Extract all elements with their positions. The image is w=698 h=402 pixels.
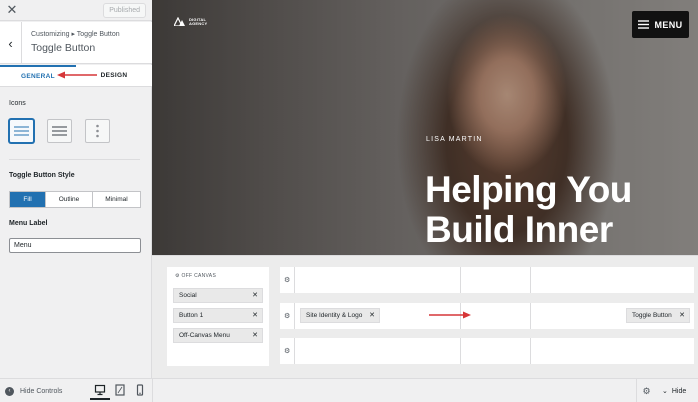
column-divider: [530, 303, 531, 329]
offcanvas-panel: ⚙ OFF CANVAS Social ✕ Button 1 ✕ Off-Canva…: [167, 267, 269, 366]
site-identity-chip[interactable]: Site Identity & Logo ✕: [300, 308, 380, 323]
header-row-main[interactable]: ⚙ Site Identity & Logo ✕ Toggle Button ✕: [280, 303, 694, 329]
chevron-down-icon: ⌄: [662, 388, 668, 395]
remove-icon[interactable]: ✕: [252, 329, 258, 342]
menu-toggle-button[interactable]: MENU: [632, 11, 689, 38]
offcanvas-item-label: Off-Canvas Menu: [179, 332, 230, 339]
gear-icon[interactable]: ⚙: [284, 347, 290, 355]
footer-divider: [152, 379, 153, 402]
section-title: Toggle Button: [31, 42, 96, 54]
breadcrumb: Customizing ▸ Toggle Button: [31, 31, 120, 38]
style-outline-button[interactable]: Outline: [46, 192, 93, 207]
customizer-top-bar: ✕ Published: [0, 0, 152, 21]
remove-icon[interactable]: ✕: [252, 289, 258, 302]
toggle-style-group: Fill Outline Minimal: [9, 191, 141, 208]
menu-vertical-dots-icon[interactable]: [85, 119, 110, 143]
remove-icon[interactable]: ✕: [679, 309, 685, 322]
style-minimal-button[interactable]: Minimal: [93, 192, 140, 207]
mobile-preview-icon[interactable]: [130, 382, 150, 400]
hero-heading: Helping You Build Inner: [425, 169, 632, 250]
site-preview-hero: DIGITAL AGENCY MENU LISA MARTIN Helping …: [152, 0, 698, 255]
section-header: ‹ Customizing ▸ Toggle Button Toggle But…: [0, 22, 152, 64]
column-divider: [460, 338, 461, 364]
header-row-top[interactable]: ⚙: [280, 267, 694, 293]
header-builder: ⚙ OFF CANVAS Social ✕ Button 1 ✕ Off-Canva…: [152, 255, 698, 378]
column-divider: [530, 338, 531, 364]
close-icon[interactable]: ✕: [2, 1, 22, 19]
collapse-icon: ‹: [5, 386, 14, 396]
header-row-bottom[interactable]: ⚙: [280, 338, 694, 364]
style-fill-button[interactable]: Fill: [10, 192, 46, 207]
chip-label: Site Identity & Logo: [306, 312, 363, 319]
hide-controls-button[interactable]: ‹ Hide Controls: [5, 379, 62, 402]
offcanvas-title-text: OFF CANVAS: [181, 273, 217, 279]
menu-label-label: Menu Label: [9, 220, 48, 227]
hero-kicker: LISA MARTIN: [426, 136, 483, 143]
gear-icon[interactable]: ⚙: [284, 276, 290, 284]
hamburger-icon: [638, 20, 650, 29]
row-divider: [294, 303, 295, 329]
logo-mark-icon: [174, 17, 185, 26]
menu-thick-lines-icon[interactable]: [47, 119, 72, 143]
menu-lines-icon[interactable]: [9, 119, 34, 143]
chip-label: Toggle Button: [632, 312, 672, 319]
tablet-preview-icon[interactable]: [110, 382, 130, 400]
hide-label: Hide: [671, 387, 687, 395]
remove-icon[interactable]: ✕: [369, 309, 375, 322]
menu-button-label: MENU: [654, 19, 683, 30]
icons-label: Icons: [9, 100, 26, 107]
offcanvas-item-label: Button 1: [179, 312, 204, 319]
remove-icon[interactable]: ✕: [252, 309, 258, 322]
annotation-arrow: [429, 311, 471, 319]
gear-icon[interactable]: ⚙: [284, 312, 290, 320]
row-divider: [294, 267, 295, 293]
customizer-footer: ‹ Hide Controls ⚙ ⌄ Hide: [0, 378, 698, 402]
column-divider: [530, 267, 531, 293]
hide-controls-label: Hide Controls: [20, 387, 63, 395]
toggle-style-label: Toggle Button Style: [9, 172, 75, 179]
hide-builder-button[interactable]: ⌄ Hide: [662, 379, 686, 402]
chevron-left-icon[interactable]: ‹: [0, 22, 22, 64]
desktop-preview-icon[interactable]: [90, 382, 110, 400]
site-logo[interactable]: DIGITAL AGENCY: [174, 17, 213, 26]
column-divider: [460, 267, 461, 293]
offcanvas-item[interactable]: Button 1 ✕: [173, 308, 263, 323]
offcanvas-item-label: Social: [179, 292, 197, 299]
offcanvas-title: ⚙ OFF CANVAS: [175, 273, 216, 279]
gear-icon[interactable]: ⚙: [175, 273, 180, 279]
menu-label-input[interactable]: [9, 238, 141, 253]
row-divider: [294, 338, 295, 364]
customizer-panel: ✕ Published ‹ Customizing ▸ Toggle Butto…: [0, 0, 152, 378]
gear-icon[interactable]: ⚙: [636, 379, 656, 402]
published-button[interactable]: Published: [103, 3, 146, 18]
offcanvas-item[interactable]: Off-Canvas Menu ✕: [173, 328, 263, 343]
logo-text: DIGITAL AGENCY: [189, 16, 208, 26]
annotation-arrow: [57, 71, 97, 79]
divider: [9, 159, 140, 160]
toggle-button-chip[interactable]: Toggle Button ✕: [626, 308, 690, 323]
offcanvas-item[interactable]: Social ✕: [173, 288, 263, 303]
